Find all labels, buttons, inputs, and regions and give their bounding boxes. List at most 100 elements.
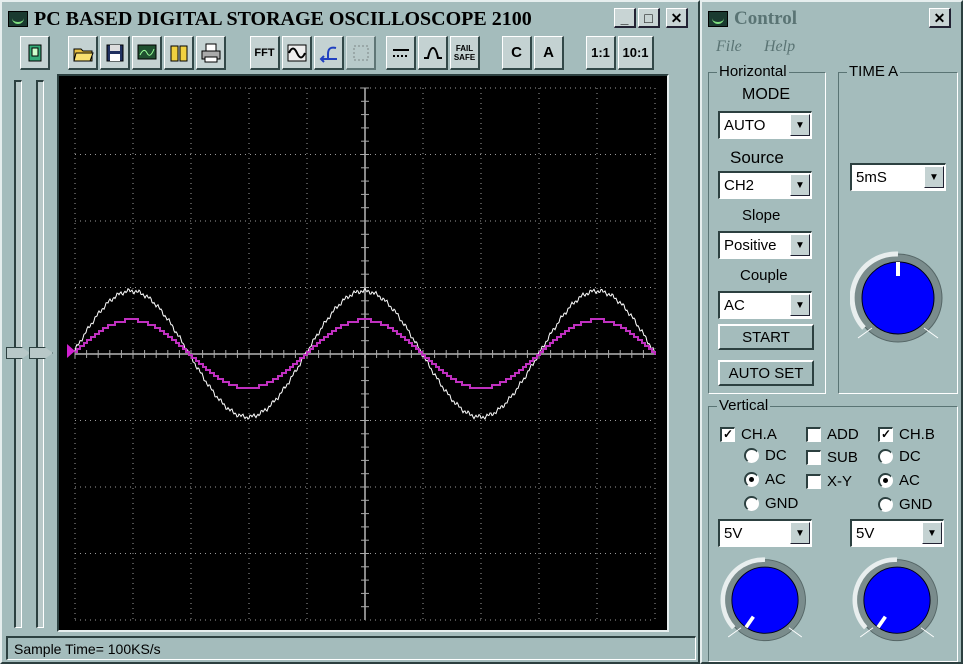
undo-button[interactable] [314,36,344,70]
ch-b-checkbox[interactable]: ✓ CH.B [878,426,935,443]
couple-select[interactable]: AC ▼ [718,291,812,319]
ratio-1-1-label: 1:1 [591,45,610,60]
chevron-down-icon[interactable]: ▼ [790,234,810,256]
ch-b-check-box[interactable]: ✓ [878,427,893,442]
maximize-button[interactable]: □ [638,8,660,28]
ch-b-label: CH.B [899,426,935,443]
ratio-1-1-button[interactable]: 1:1 [586,36,616,70]
ratio-10-1-button[interactable]: 10:1 [618,36,654,70]
add-label: ADD [827,426,859,443]
cursor-a-button[interactable]: A [534,36,564,70]
time-a-knob[interactable] [850,250,946,350]
mode-select[interactable]: AUTO ▼ [718,111,812,139]
add-check-box[interactable] [806,427,821,442]
slope-select[interactable]: Positive ▼ [718,231,812,259]
time-a-select[interactable]: 5mS ▼ [850,163,946,191]
channel-a-slider-handle[interactable] [6,347,30,359]
cursor-c-button[interactable]: C [502,36,532,70]
ch-b-ac-radio[interactable]: AC [878,472,920,489]
source-label: Source [730,148,784,167]
ch-b-gnd-radio[interactable]: GND [878,496,932,513]
waveform-icon [287,44,306,61]
radio-dot[interactable] [744,496,759,511]
ch-b-gnd-label: GND [899,496,933,513]
book-icon [170,45,187,61]
monitor-icon [137,44,156,59]
print-button[interactable] [196,36,226,70]
add-checkbox[interactable]: ADD [806,426,859,443]
xy-checkbox[interactable]: X-Y [806,473,852,490]
radio-dot-selected[interactable] [744,472,759,487]
ch-a-dc-label: DC [765,447,787,464]
control-close-button[interactable]: ✕ [929,8,951,28]
cursor-a-icon: A [543,44,554,61]
mode-label: MODE [742,86,790,103]
sub-checkbox[interactable]: SUB [806,449,858,466]
ch-b-volts-knob[interactable] [852,556,942,648]
xy-check-box[interactable] [806,474,821,489]
oscilloscope-titlebar[interactable]: PC BASED DIGITAL STORAGE OSCILLOSCOPE 21… [4,4,696,34]
oscilloscope-app-icon [8,11,28,27]
slope-label: Slope [742,207,781,224]
oscilloscope-window: PC BASED DIGITAL STORAGE OSCILLOSCOPE 21… [0,0,700,664]
grid-button[interactable] [346,36,376,70]
fft-button[interactable]: FFT [250,36,280,70]
control-app-icon [708,11,728,27]
ch-b-dc-radio[interactable]: DC [878,448,921,465]
cursor-c-icon: C [511,44,522,61]
sample-time-status: Sample Time= 100KS/s [14,641,161,657]
scope-screen [67,87,656,621]
dashed-line-button[interactable] [386,36,416,70]
screen-capture-button[interactable] [132,36,162,70]
ch-a-label: CH.A [741,426,777,443]
waveform-button[interactable] [282,36,312,70]
ch-a-checkbox[interactable]: ✓ CH.A [720,426,777,443]
menu-help[interactable]: Help [764,38,795,56]
ch-a-volts-knob[interactable] [720,556,810,648]
save-button[interactable] [100,36,130,70]
scope-graticule [74,87,656,621]
knob-face [731,566,799,634]
toolbar: FFT FAIL SAFE C A 1:1 10:1 [20,36,660,72]
sub-check-box[interactable] [806,450,821,465]
auto-set-button[interactable]: AUTO SET [718,360,814,386]
open-button[interactable] [68,36,98,70]
device-icon [28,44,41,61]
menu-file[interactable]: File [716,38,742,56]
ch-a-check-box[interactable]: ✓ [720,427,735,442]
fail-safe-button[interactable]: FAIL SAFE [450,36,480,70]
chevron-down-icon[interactable]: ▼ [922,522,942,544]
couple-value: AC [724,297,745,314]
ch-a-ac-radio[interactable]: AC [744,471,786,488]
chevron-down-icon[interactable]: ▼ [790,522,810,544]
ch-a-dc-radio[interactable]: DC [744,447,787,464]
radio-dot[interactable] [878,449,893,464]
radio-dot[interactable] [878,497,893,512]
chevron-down-icon[interactable]: ▼ [790,114,810,136]
sub-label: SUB [827,449,858,466]
ch-a-volts-select[interactable]: 5V ▼ [718,519,812,547]
control-titlebar[interactable]: Control ✕ [704,4,959,34]
close-button[interactable]: ✕ [666,8,688,28]
channel-b-slider-handle[interactable] [29,347,53,359]
ch-a-gnd-radio[interactable]: GND [744,495,798,512]
device-button[interactable] [20,36,50,70]
chevron-down-icon[interactable]: ▼ [790,294,810,316]
source-select[interactable]: CH2 ▼ [718,171,812,199]
book-button[interactable] [164,36,194,70]
couple-label: Couple [740,267,788,284]
printer-icon [201,43,220,62]
knob-min-mark [727,627,742,638]
chevron-down-icon[interactable]: ▼ [790,174,810,196]
radio-dot-selected[interactable] [878,473,893,488]
control-title: Control [734,8,797,29]
knob-face [863,566,931,634]
ch-b-volts-select[interactable]: 5V ▼ [850,519,944,547]
step-wave-button[interactable] [418,36,448,70]
dashed-line-icon [392,48,409,57]
safe-label: SAFE [453,52,476,62]
start-button[interactable]: START [718,324,814,350]
chevron-down-icon[interactable]: ▼ [924,166,944,188]
minimize-button[interactable]: _ [614,8,636,28]
radio-dot[interactable] [744,448,759,463]
